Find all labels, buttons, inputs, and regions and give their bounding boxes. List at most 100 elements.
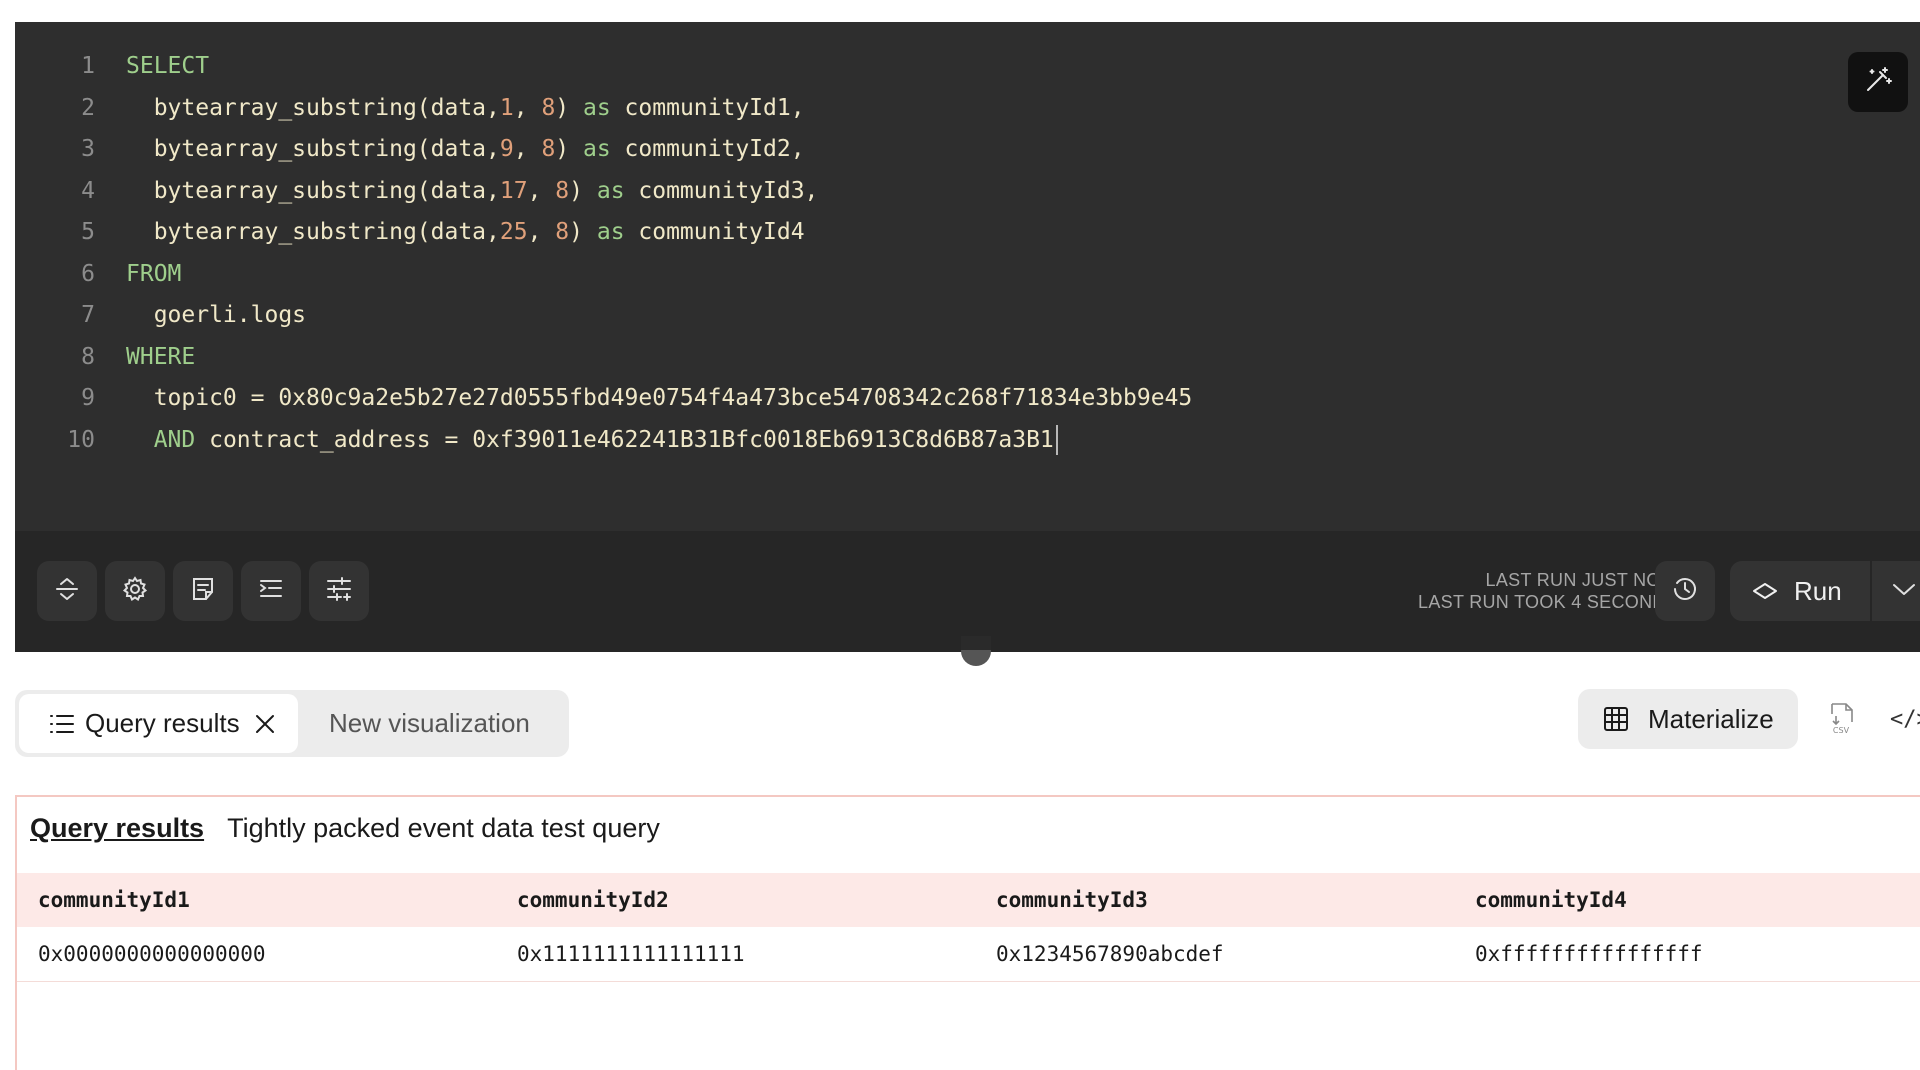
run-button[interactable]: Run — [1730, 561, 1870, 621]
table-grid-icon — [1602, 705, 1630, 733]
code-brackets-icon: </> — [1890, 707, 1920, 732]
table-row: 0x0000000000000000 0x1111111111111111 0x… — [17, 927, 1920, 982]
sql-text: communityId3, — [624, 177, 819, 204]
sql-number: 8 — [555, 177, 570, 204]
code-line[interactable]: 5 bytearray_substring(data,25, 8) as com… — [15, 211, 805, 253]
sql-text: goerli.logs — [126, 302, 307, 328]
code-line[interactable]: 4 bytearray_substring(data,17, 8) as com… — [15, 170, 818, 212]
line-number: 8 — [81, 343, 95, 370]
sql-text: contract_address = 0xf39011e462241B31Bfc… — [195, 426, 1054, 453]
line-number: 9 — [81, 385, 95, 411]
gear-icon — [121, 575, 149, 608]
materialize-button[interactable]: Materialize — [1578, 689, 1798, 749]
sliders-add-icon — [325, 575, 353, 608]
tab-query-results[interactable]: Query results — [19, 694, 298, 753]
results-panel: Query results Tightly packed event data … — [15, 795, 1920, 1070]
editor-toolbar: LAST RUN JUST NOW LAST RUN TOOK 4 SECOND… — [15, 531, 1920, 652]
column-header[interactable]: communityId2 — [517, 873, 669, 927]
column-header[interactable]: communityId3 — [996, 873, 1148, 927]
sql-keyword: as — [596, 177, 625, 204]
notes-icon — [189, 575, 217, 608]
code-line[interactable]: 10 AND contract_address = 0xf39011e46224… — [15, 419, 1058, 461]
sql-text: ) — [555, 94, 583, 121]
sql-number: 17 — [499, 177, 528, 204]
csv-file-icon: CSV — [1824, 703, 1858, 740]
run-history-button[interactable] — [1655, 561, 1715, 621]
settings-button[interactable] — [105, 561, 165, 621]
tab-query-results-label: Query results — [85, 708, 240, 738]
code-line[interactable]: 8 WHERE — [15, 336, 195, 378]
table-cell: 0x1234567890abcdef — [996, 942, 1224, 966]
sql-text: topic0 = 0x80c9a2e5b27e27d0555fbd49e0754… — [126, 385, 1193, 411]
sql-text: communityId4 — [624, 219, 805, 245]
last-run-time: LAST RUN JUST NOW — [1485, 570, 1678, 590]
tab-new-visualization[interactable]: New visualization — [329, 694, 530, 753]
close-tab-icon[interactable] — [254, 713, 276, 735]
sql-keyword: as — [583, 136, 611, 162]
code-line[interactable]: 2 bytearray_substring(data,1, 8) as comm… — [15, 87, 805, 129]
table-cell: 0x0000000000000000 — [38, 942, 266, 966]
sql-text: bytearray_substring(data, — [126, 219, 500, 245]
table-cell: 0x1111111111111111 — [517, 942, 745, 966]
sql-number: 25 — [499, 219, 528, 245]
column-header[interactable]: communityId4 — [1475, 873, 1627, 927]
sql-keyword: AND — [153, 426, 196, 453]
code-line[interactable]: 9 topic0 = 0x80c9a2e5b27e27d0555fbd49e07… — [15, 377, 1192, 419]
line-number: 1 — [81, 53, 95, 79]
table-cell: 0xffffffffffffffff — [1475, 942, 1703, 966]
sql-keyword: WHERE — [126, 343, 196, 370]
results-tabs: Query results New visualization — [15, 690, 569, 757]
sql-keyword: FROM — [126, 260, 182, 287]
code-line[interactable]: 6 FROM — [15, 253, 181, 295]
sql-keyword: SELECT — [126, 53, 210, 79]
run-diamond-icon — [1752, 582, 1778, 600]
code-line[interactable]: 3 bytearray_substring(data,9, 8) as comm… — [15, 128, 805, 170]
run-options-dropdown[interactable] — [1872, 561, 1920, 621]
line-number: 3 — [81, 136, 95, 162]
materialize-label: Materialize — [1648, 703, 1774, 734]
sql-text: , — [527, 177, 556, 204]
sql-text: ) — [569, 219, 597, 245]
clock-icon — [1671, 575, 1699, 608]
table-header-row: communityId1 communityId2 communityId3 c… — [17, 873, 1920, 927]
last-run-status: LAST RUN JUST NOW LAST RUN TOOK 4 SECOND… — [1418, 569, 1678, 613]
query-results-link[interactable]: Query results — [30, 813, 204, 843]
sql-text: bytearray_substring(data, — [126, 94, 500, 121]
ai-magic-wand-button[interactable] — [1848, 52, 1908, 112]
notes-button[interactable] — [173, 561, 233, 621]
code-line[interactable]: 1 SELECT — [15, 45, 209, 87]
sql-text: , — [513, 94, 542, 121]
results-header: Query results Tightly packed event data … — [30, 813, 660, 844]
sql-text: communityId1, — [610, 94, 805, 121]
sql-number: 8 — [541, 94, 556, 121]
sql-text: , — [513, 136, 542, 162]
line-number: 5 — [81, 219, 95, 245]
sql-text: communityId2, — [610, 136, 805, 162]
line-number: 6 — [81, 260, 95, 287]
line-number: 2 — [81, 94, 95, 121]
magic-wand-icon — [1863, 65, 1893, 100]
tab-new-visualization-label: New visualization — [329, 708, 530, 738]
text-cursor — [1055, 425, 1058, 455]
svg-text:CSV: CSV — [1833, 726, 1850, 735]
indent-icon — [257, 575, 285, 608]
run-label: Run — [1794, 575, 1842, 606]
sql-text: , — [527, 219, 556, 245]
download-csv-button[interactable]: CSV — [1824, 700, 1864, 740]
sql-number: 8 — [541, 136, 556, 162]
sql-text: bytearray_substring(data, — [126, 177, 500, 204]
expand-collapse-icon — [53, 575, 81, 608]
sql-editor[interactable]: 1 SELECT 2 bytearray_substring(data,1, 8) … — [15, 22, 1920, 531]
list-icon — [49, 713, 75, 735]
sql-number: 9 — [499, 136, 514, 162]
expand-collapse-button[interactable] — [37, 561, 97, 621]
column-header[interactable]: communityId1 — [38, 873, 190, 927]
panel-resize-handle[interactable] — [961, 636, 991, 666]
line-number: 4 — [81, 177, 95, 204]
code-line[interactable]: 7 goerli.logs — [15, 294, 306, 336]
parameters-button[interactable] — [309, 561, 369, 621]
sql-text: bytearray_substring(data, — [126, 136, 500, 162]
embed-code-button[interactable]: </> — [1890, 700, 1920, 740]
format-indent-button[interactable] — [241, 561, 301, 621]
